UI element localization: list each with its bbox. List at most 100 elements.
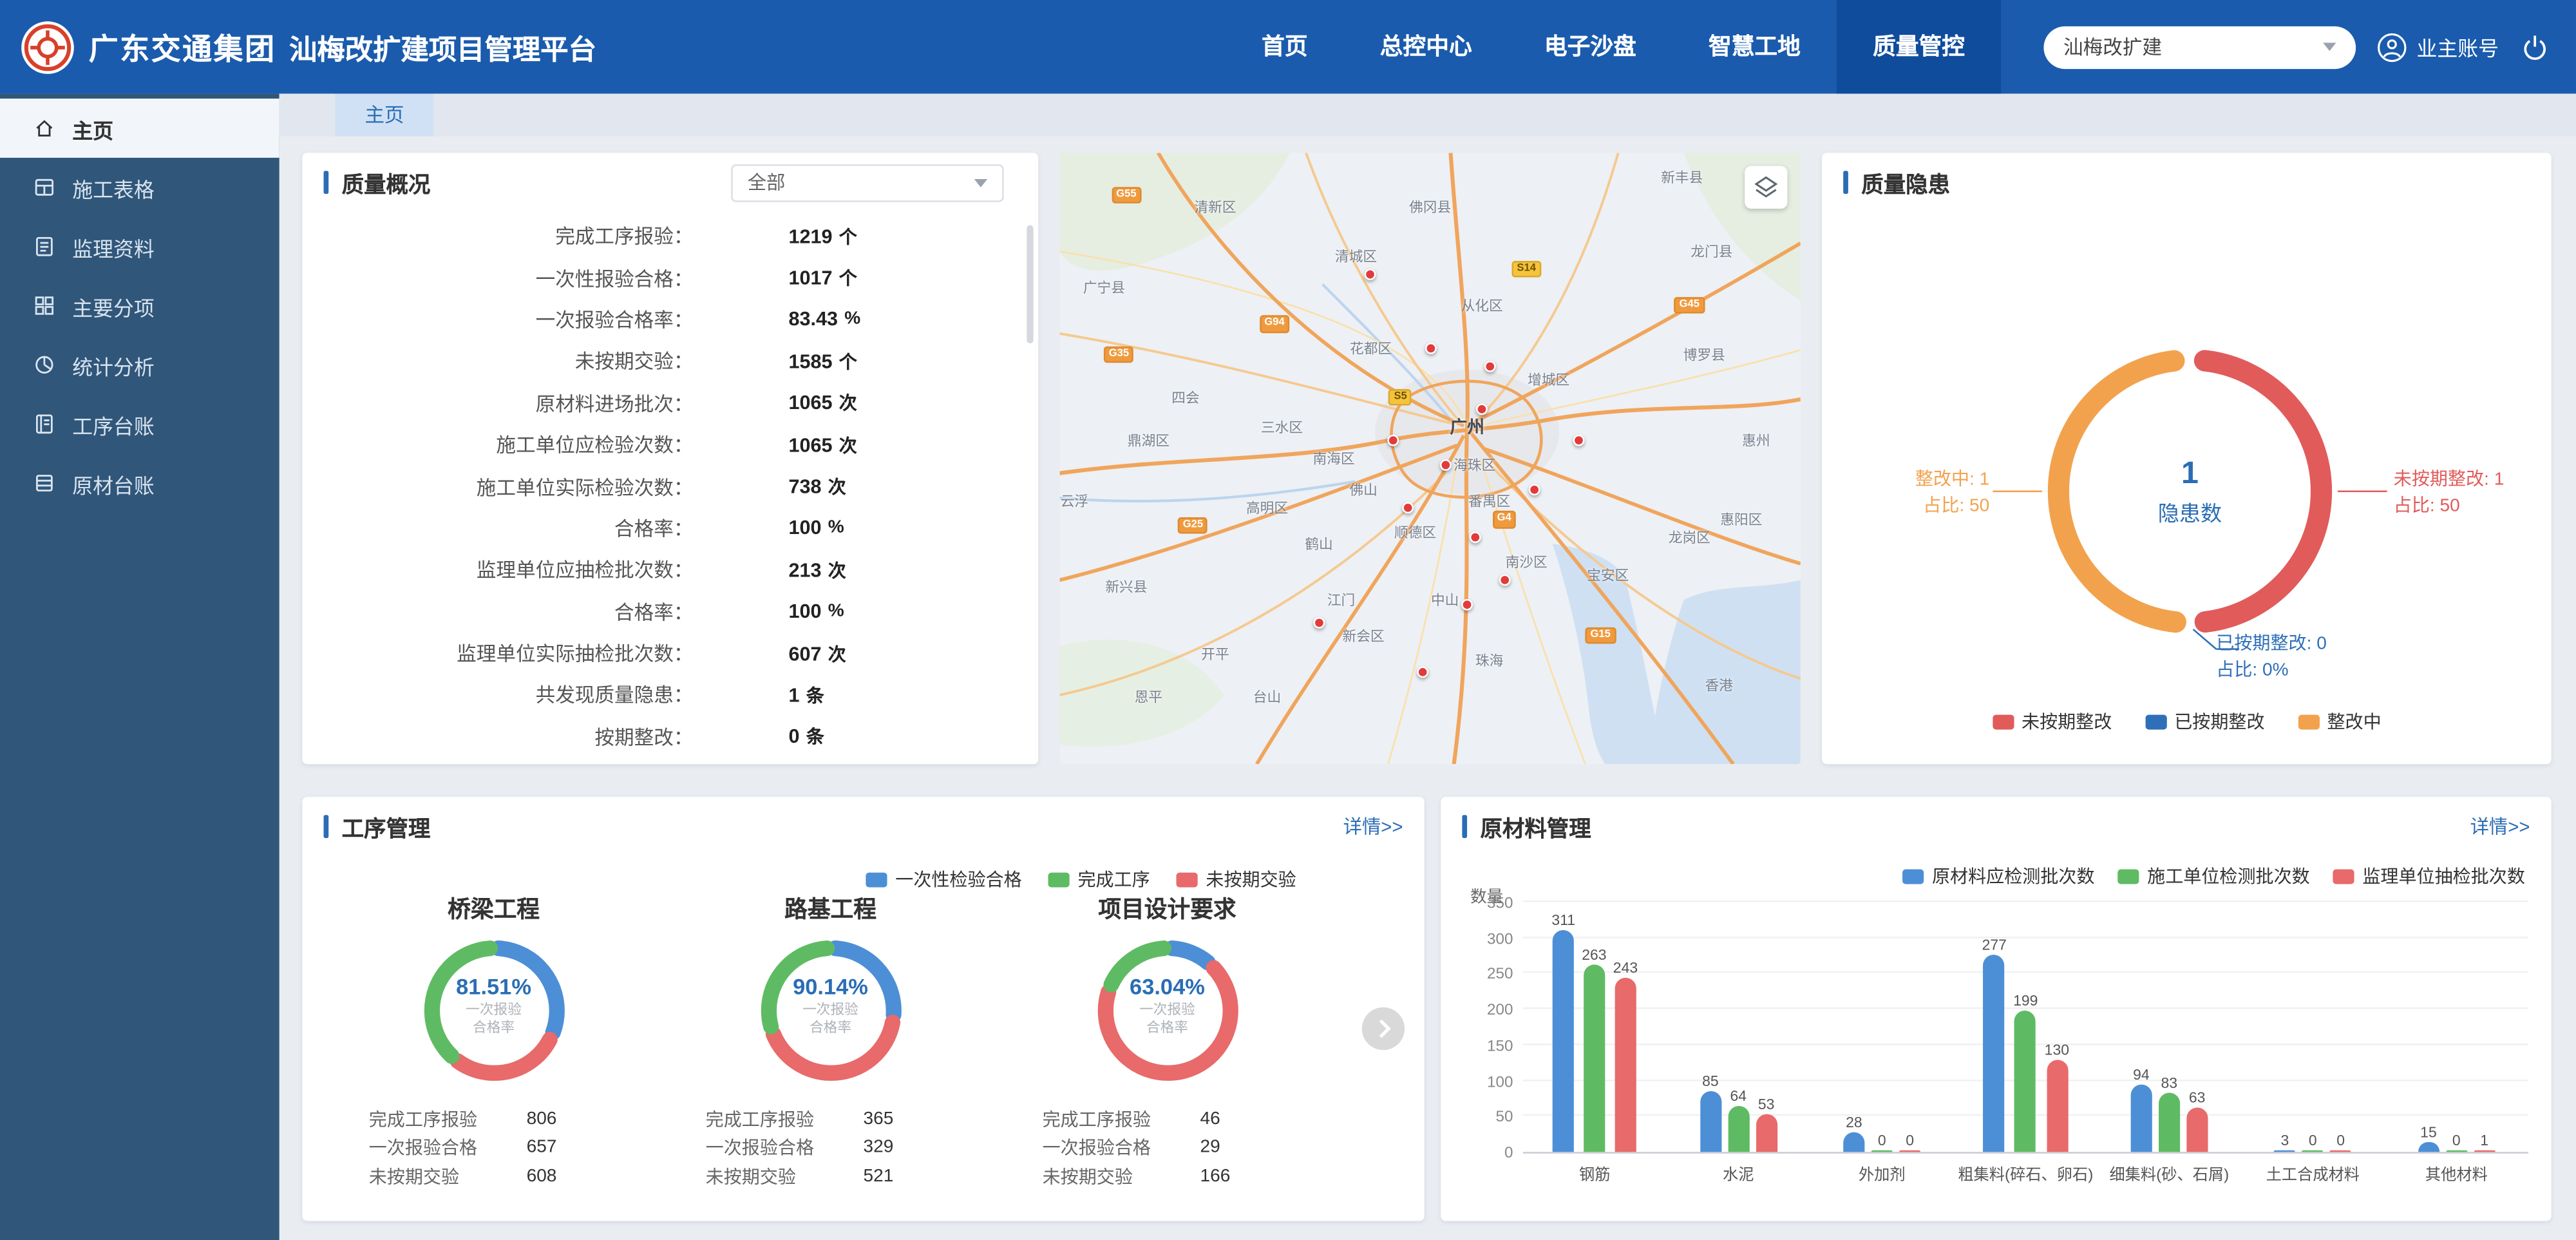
callout-rectified: 已按期整改: 0 占比: 0% [2216,633,2327,685]
stat-unit: % [844,310,860,330]
map-marker-pin[interactable] [1439,459,1451,470]
y-tick-label: 300 [1487,930,1513,948]
sidebar-menu: 主页施工表格监理资料主要分项统计分析工序台账原材台账 [0,99,279,513]
map-marker-pin[interactable] [1313,618,1325,629]
gauge-stat-row: 完成工序报验46 [1043,1104,1293,1133]
map-marker-pin[interactable] [1461,600,1473,611]
nav-item-3[interactable]: 智慧工地 [1672,0,1837,93]
bar[interactable] [2046,1059,2067,1152]
bar-value-label: 28 [1846,1114,1862,1130]
bar-value-label: 1 [2480,1131,2488,1148]
stat-label: 一次报验合格率： [302,305,693,333]
bar-value-label: 53 [1758,1096,1775,1112]
bar[interactable] [2159,1092,2180,1152]
sidebar-item-1[interactable]: 施工表格 [0,158,279,217]
sidebar-item-5[interactable]: 工序台账 [0,394,279,453]
map-city-label: 佛山 [1349,479,1377,499]
panel-head: 原材料管理 详情>> [1441,797,2551,856]
bar[interactable] [2446,1149,2467,1152]
bar-value-label: 85 [1702,1073,1719,1090]
map-city-label: 珠海 [1475,651,1503,671]
stat-label: 合格率： [302,598,693,625]
bar[interactable] [2418,1141,2439,1152]
legend-item[interactable]: 未按期整改 [1992,708,2112,734]
legend-item[interactable]: 施工单位检测批次数 [2117,863,2309,889]
nav-item-2[interactable]: 电子沙盘 [1508,0,1672,93]
map-city-label: 南海区 [1313,448,1355,468]
map-marker-pin[interactable] [1387,434,1399,446]
sidebar-item-6[interactable]: 原材台账 [0,453,279,513]
tab-home[interactable]: 主页 [335,93,433,136]
y-tick-label: 100 [1487,1073,1513,1091]
legend-marker [1177,872,1198,886]
legend-item[interactable]: 完成工序 [1048,866,1150,892]
bar-value-label: 130 [2045,1041,2069,1058]
bar[interactable] [2130,1085,2152,1152]
bar[interactable] [2302,1149,2324,1152]
nav-item-0[interactable]: 首页 [1226,0,1344,93]
bar[interactable] [1700,1091,1721,1152]
material-detail-link[interactable]: 详情>> [2470,814,2530,840]
sidebar-item-4[interactable]: 统计分析 [0,335,279,394]
map-marker-pin[interactable] [1484,361,1495,372]
overview-stat-row: 监理单位实际抽检批次数：607次 [302,633,1038,674]
bar[interactable] [1899,1149,1920,1152]
sidebar-item-2[interactable]: 监理资料 [0,217,279,276]
account-button[interactable]: 业主账号 [2377,31,2499,62]
legend-item[interactable]: 原材料应检测批次数 [1902,863,2094,889]
bar-column: 311 [1551,912,1575,1152]
gauge-percent: 81.51% [415,975,573,999]
bar[interactable] [1984,954,2005,1152]
bar[interactable] [2330,1149,2351,1152]
gauge-stats: 完成工序报验46一次报验合格29未按期交验166 [1043,1104,1293,1190]
bar[interactable] [1871,1149,1893,1152]
legend-item[interactable]: 一次性检验合格 [866,866,1021,892]
map-layers-button[interactable] [1745,166,1787,209]
bar[interactable] [2474,1149,2495,1152]
bar[interactable] [1843,1132,1864,1152]
statistics-icon [33,353,56,376]
map-marker-pin[interactable] [1469,532,1481,544]
bar-column: 0 [1899,1131,1920,1152]
region-map[interactable]: 新丰县佛冈县龙门县清新区清城区从化区广宁县花都区增城区博罗县四会三水区鼎湖区广州… [1059,153,1801,764]
bar[interactable] [1615,978,1636,1152]
bar[interactable] [1553,930,1574,1152]
map-marker-pin[interactable] [1402,502,1414,513]
map-marker-pin[interactable] [1476,404,1488,415]
process-detail-link[interactable]: 详情>> [1343,814,1403,840]
map-marker-pin[interactable] [1573,434,1584,446]
bar[interactable] [2186,1107,2208,1152]
legend-item[interactable]: 整改中 [2298,708,2382,734]
bar[interactable] [2274,1149,2295,1152]
nav-item-4[interactable]: 质量管控 [1837,0,2001,93]
overview-filter-select[interactable]: 全部 [731,164,1003,202]
stat-value: 0 [788,725,799,749]
scrollbar-thumb[interactable] [1027,225,1033,343]
map-city-label: 鼎湖区 [1128,430,1170,450]
legend-item[interactable]: 已按期整改 [2145,708,2264,734]
legend-marker [1048,872,1070,886]
panel-head: 质量概况 全部 [302,153,1038,212]
stat-value: 607 [788,642,821,665]
map-marker-pin[interactable] [1425,343,1436,354]
project-selector[interactable]: 汕梅改扩建 [2043,26,2356,68]
x-axis-label: 钢筋 [1523,1162,1667,1185]
map-marker-pin[interactable] [1365,269,1377,281]
power-icon[interactable] [2520,32,2550,62]
x-axis-labels: 钢筋水泥外加剂粗集料(碎石、卵石)细集料(砂、石屑)土工合成材料其他材料 [1523,1162,2528,1185]
legend-item[interactable]: 未按期交验 [1177,866,1296,892]
gauge-stat-value: 166 [1200,1167,1231,1187]
nav-item-1[interactable]: 总控中心 [1344,0,1508,93]
bar[interactable] [1728,1106,1749,1152]
bar[interactable] [2015,1010,2036,1152]
gauge-sub-label: 一次报验合格率 [415,1001,573,1037]
carousel-next-button[interactable] [1362,1007,1405,1050]
legend-item[interactable]: 监理单位抽检批次数 [2333,863,2524,889]
bar[interactable] [1756,1114,1777,1152]
bar[interactable] [1584,964,1605,1152]
map-marker-pin[interactable] [1528,483,1540,495]
map-marker-pin[interactable] [1417,667,1428,678]
sidebar-item-3[interactable]: 主要分项 [0,276,279,336]
sidebar-item-0[interactable]: 主页 [0,99,279,158]
map-marker-pin[interactable] [1499,575,1510,587]
